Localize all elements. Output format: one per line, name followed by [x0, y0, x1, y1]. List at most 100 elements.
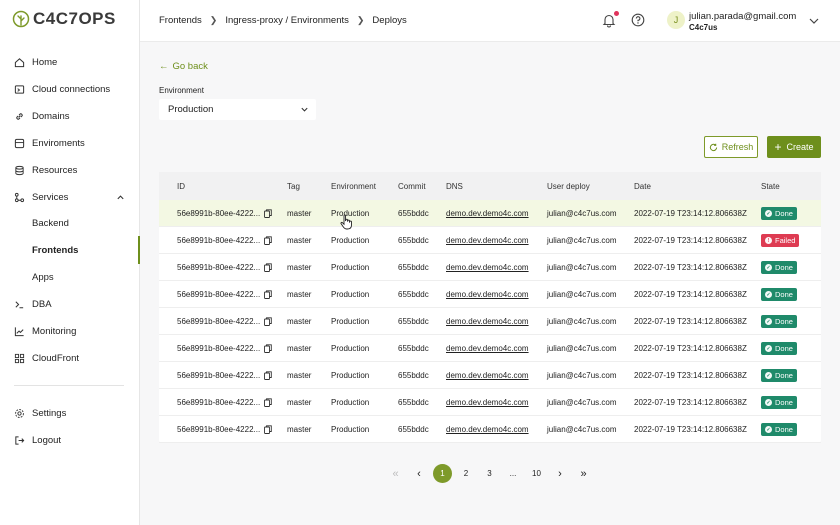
page-button-2[interactable]: 2	[457, 464, 476, 483]
sidebar-item-domains[interactable]: Domains	[0, 104, 139, 128]
go-back-link[interactable]: ← Go back	[159, 61, 208, 72]
copy-icon[interactable]	[264, 290, 272, 299]
sidebar-item-label: Enviroments	[32, 137, 85, 149]
header-id[interactable]: ID	[177, 172, 185, 200]
sidebar-item-backend[interactable]: Backend	[0, 211, 139, 235]
dns-link[interactable]: demo.dev.demo4c.com	[446, 263, 529, 272]
cloud-connections-icon	[13, 83, 25, 95]
header-commit[interactable]: Commit	[398, 172, 426, 200]
environment-label: Environment	[159, 86, 204, 95]
cell-user-deploy: julian@c4c7us.com	[547, 263, 617, 272]
copy-icon[interactable]	[264, 398, 272, 407]
copy-icon[interactable]	[264, 209, 272, 218]
sidebar-item-services[interactable]: Services	[0, 185, 139, 209]
cell-id: 56e8991b-80ee-4222...	[177, 281, 272, 308]
table-row[interactable]: 56e8991b-80ee-4222... master Production 655…	[159, 254, 821, 281]
refresh-button[interactable]: Refresh	[704, 136, 758, 158]
header-date[interactable]: Date	[634, 172, 651, 200]
header-state[interactable]: State	[761, 172, 780, 200]
sidebar-item-dba[interactable]: DBA	[0, 292, 139, 316]
table-row[interactable]: 56e8991b-80ee-4222... master Production 655…	[159, 308, 821, 335]
copy-icon[interactable]	[264, 371, 272, 380]
dns-link[interactable]: demo.dev.demo4c.com	[446, 398, 529, 407]
page-button-3[interactable]: 3	[480, 464, 499, 483]
sidebar-item-cloudfront[interactable]: CloudFront	[0, 346, 139, 370]
sidebar-item-label: Domains	[32, 110, 70, 122]
breadcrumb-deploys: Deploys	[372, 15, 407, 26]
sidebar-item-monitoring[interactable]: Monitoring	[0, 319, 139, 343]
cell-dns: demo.dev.demo4c.com	[446, 416, 529, 443]
deploy-id: 56e8991b-80ee-4222...	[177, 344, 261, 353]
chevron-right-icon: ❯	[356, 15, 365, 25]
last-page-button[interactable]: »	[574, 464, 593, 483]
table-row[interactable]: 56e8991b-80ee-4222... master Production 655…	[159, 281, 821, 308]
sidebar-item-apps[interactable]: Apps	[0, 265, 139, 289]
next-page-button[interactable]: ›	[551, 464, 570, 483]
table-row[interactable]: 56e8991b-80ee-4222... master Production 655…	[159, 416, 821, 443]
copy-icon[interactable]	[264, 425, 272, 434]
page-button-1[interactable]: 1	[433, 464, 452, 483]
header-environment[interactable]: Environment	[331, 172, 376, 200]
sidebar-item-home[interactable]: Home	[0, 50, 139, 74]
copy-icon[interactable]	[264, 317, 272, 326]
header-user-deploy[interactable]: User deploy	[547, 172, 590, 200]
copy-icon[interactable]	[264, 263, 272, 272]
cell-date: 2022-07-19 T23:14:12.806638Z	[634, 236, 747, 245]
sidebar-item-cloud-connections[interactable]: Cloud connections	[0, 77, 139, 101]
create-button[interactable]: + Create	[767, 136, 821, 158]
avatar[interactable]: J	[667, 11, 685, 29]
dns-link[interactable]: demo.dev.demo4c.com	[446, 290, 529, 299]
table-row[interactable]: 56e8991b-80ee-4222... master Production 655…	[159, 335, 821, 362]
page-button-10[interactable]: 10	[527, 464, 546, 483]
cell-commit: 655bddc	[398, 371, 429, 380]
status-label: Done	[775, 263, 793, 272]
chevron-up-icon[interactable]	[116, 193, 125, 202]
page-ellipsis: ...	[509, 469, 517, 478]
sidebar-item-enviroments[interactable]: Enviroments	[0, 131, 139, 155]
dns-link[interactable]: demo.dev.demo4c.com	[446, 344, 529, 353]
check-icon: ✓	[765, 372, 772, 379]
arrow-left-icon: ←	[159, 61, 169, 72]
sidebar-item-frontends[interactable]: Frontends	[0, 238, 139, 262]
dns-link[interactable]: demo.dev.demo4c.com	[446, 425, 529, 434]
top-bar: Frontends ❯ Ingress-proxy / Environments…	[140, 0, 840, 42]
cell-commit: 655bddc	[398, 344, 429, 353]
sidebar-item-logout[interactable]: Logout	[0, 428, 139, 452]
cell-commit: 655bddc	[398, 236, 429, 245]
cell-environment: Production	[331, 317, 370, 326]
first-page-button[interactable]: «	[386, 464, 405, 483]
cell-tag: master	[287, 209, 312, 218]
sidebar-item-settings[interactable]: Settings	[0, 401, 139, 425]
dns-link[interactable]: demo.dev.demo4c.com	[446, 371, 529, 380]
chevron-down-icon[interactable]	[808, 15, 820, 27]
sidebar-item-label: Frontends	[32, 244, 79, 256]
breadcrumb-ingress-proxy[interactable]: Ingress-proxy / Environments	[225, 15, 349, 26]
brand-logo[interactable]: C4C7OPS	[12, 9, 116, 29]
dns-link[interactable]: demo.dev.demo4c.com	[446, 317, 529, 326]
help-icon[interactable]	[631, 13, 645, 27]
copy-icon[interactable]	[264, 236, 272, 245]
dns-link[interactable]: demo.dev.demo4c.com	[446, 209, 529, 218]
dns-link[interactable]: demo.dev.demo4c.com	[446, 236, 529, 245]
sidebar-item-resources[interactable]: Resources	[0, 158, 139, 182]
table-row[interactable]: 56e8991b-80ee-4222... master Production 655…	[159, 227, 821, 254]
cell-id: 56e8991b-80ee-4222...	[177, 254, 272, 281]
status-badge: ✓ Done	[761, 423, 797, 436]
table-row[interactable]: 56e8991b-80ee-4222... master Production 655…	[159, 200, 821, 227]
sidebar-divider	[14, 385, 124, 386]
cell-tag: master	[287, 425, 312, 434]
breadcrumb-frontends[interactable]: Frontends	[159, 15, 202, 26]
header-tag[interactable]: Tag	[287, 172, 300, 200]
check-icon: ✓	[765, 399, 772, 406]
header-dns[interactable]: DNS	[446, 172, 463, 200]
status-badge: ✓ Done	[761, 369, 797, 382]
table-row[interactable]: 56e8991b-80ee-4222... master Production 655…	[159, 362, 821, 389]
environment-select[interactable]: Production	[159, 99, 316, 120]
sidebar-item-label: DBA	[32, 298, 52, 310]
cell-id: 56e8991b-80ee-4222...	[177, 227, 272, 254]
copy-icon[interactable]	[264, 344, 272, 353]
prev-page-button[interactable]: ‹	[410, 464, 429, 483]
table-row[interactable]: 56e8991b-80ee-4222... master Production 655…	[159, 389, 821, 416]
deploy-id: 56e8991b-80ee-4222...	[177, 290, 261, 299]
cell-date: 2022-07-19 T23:14:12.806638Z	[634, 209, 747, 218]
